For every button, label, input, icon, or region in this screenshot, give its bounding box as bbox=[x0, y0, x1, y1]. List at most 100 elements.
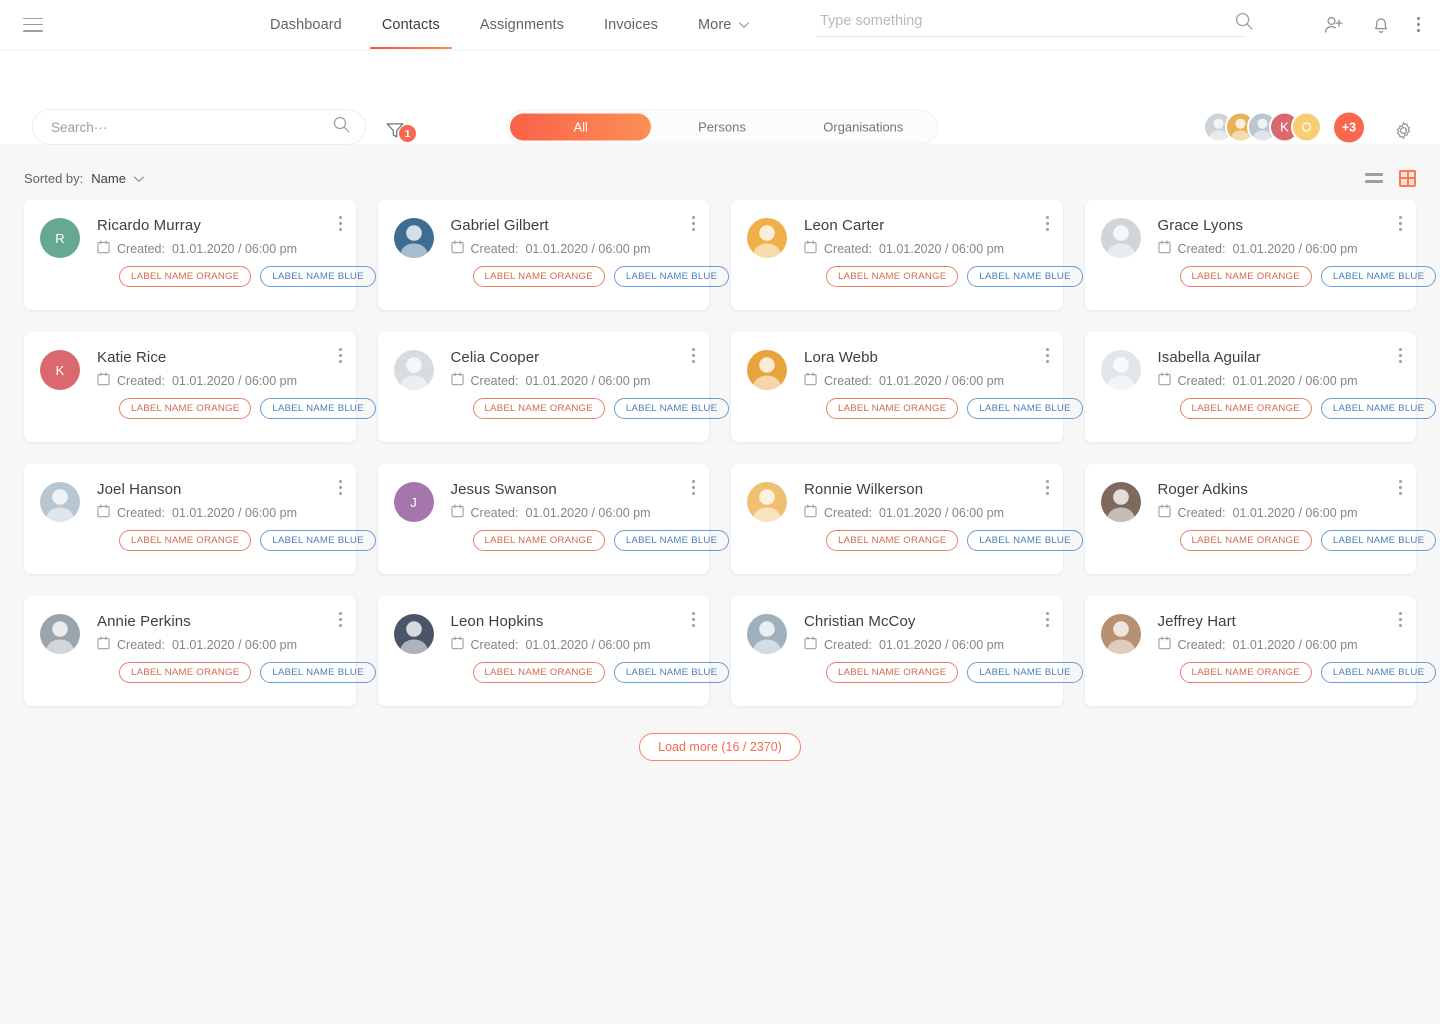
nav-item-dashboard[interactable]: Dashboard bbox=[250, 0, 362, 49]
contact-card-menu-icon[interactable] bbox=[338, 480, 342, 495]
contact-name: Annie Perkins bbox=[97, 613, 191, 630]
calendar-icon bbox=[804, 504, 817, 521]
sort-control[interactable]: Sorted by: Name bbox=[24, 171, 144, 186]
contact-info: Jeffrey Hart Created: 01.01.2020 / 06:00 p… bbox=[1158, 612, 1358, 653]
nav-item-contacts[interactable]: Contacts bbox=[362, 0, 460, 49]
label-blue[interactable]: LABEL NAME BLUE bbox=[613, 530, 730, 551]
label-orange[interactable]: LABEL NAME ORANGE bbox=[472, 530, 605, 551]
label-orange[interactable]: LABEL NAME ORANGE bbox=[1179, 662, 1312, 683]
contact-card[interactable]: Christian McCoy Created: 01.01.2020 / 06:0… bbox=[731, 596, 1083, 706]
contact-card-menu-icon[interactable] bbox=[1045, 612, 1049, 627]
segment-organisations[interactable]: Organisations bbox=[793, 114, 934, 141]
segment-persons[interactable]: Persons bbox=[651, 114, 792, 141]
label-blue[interactable]: LABEL NAME BLUE bbox=[613, 398, 730, 419]
label-blue[interactable]: LABEL NAME BLUE bbox=[260, 662, 376, 683]
created-label: Created: bbox=[1177, 637, 1226, 652]
label-blue[interactable]: LABEL NAME BLUE bbox=[967, 662, 1083, 683]
gear-icon[interactable] bbox=[1393, 120, 1414, 146]
label-orange[interactable]: LABEL NAME ORANGE bbox=[826, 662, 959, 683]
contact-card[interactable]: Isabella Aguilar Created: 01.01.2020 / 06:… bbox=[1084, 332, 1437, 442]
contact-card[interactable]: Roger Adkins Created: 01.01.2020 / 06:00 p… bbox=[1084, 464, 1437, 574]
search-icon[interactable] bbox=[1234, 11, 1254, 36]
contact-avatar-photo bbox=[1100, 482, 1141, 522]
search-icon[interactable] bbox=[332, 115, 351, 139]
contact-card-menu-icon[interactable] bbox=[1045, 348, 1049, 363]
contact-card-menu-icon[interactable] bbox=[338, 348, 342, 363]
nav-item-invoices[interactable]: Invoices bbox=[584, 0, 678, 49]
label-blue[interactable]: LABEL NAME BLUE bbox=[967, 530, 1083, 551]
contact-card-menu-icon[interactable] bbox=[1045, 216, 1049, 231]
contact-card-menu-icon[interactable] bbox=[692, 348, 695, 363]
contact-labels: LABEL NAME ORANGE LABEL NAME BLUE bbox=[1179, 266, 1437, 287]
list-view-icon[interactable] bbox=[1365, 173, 1383, 183]
kebab-menu-icon[interactable] bbox=[1417, 17, 1420, 32]
contact-created: Created: 01.01.2020 / 06:00 pm bbox=[804, 240, 1004, 257]
contact-card[interactable]: Gabriel Gilbert Created: 01.01.2020 / 06:0… bbox=[377, 200, 730, 310]
label-orange[interactable]: LABEL NAME ORANGE bbox=[119, 266, 252, 287]
label-orange[interactable]: LABEL NAME ORANGE bbox=[119, 662, 252, 683]
contact-card[interactable]: Annie Perkins Created: 01.01.2020 / 06:00 … bbox=[24, 596, 376, 706]
contact-card[interactable]: J Jesus Swanson Created: 01.01.2020 / 06:00… bbox=[377, 464, 730, 574]
label-orange[interactable]: LABEL NAME ORANGE bbox=[119, 530, 252, 551]
contact-card-menu-icon[interactable] bbox=[692, 480, 695, 495]
label-blue[interactable]: LABEL NAME BLUE bbox=[260, 398, 376, 419]
contact-card[interactable]: R Ricardo Murray Created: 01.01.2020 / 06:0… bbox=[24, 200, 376, 310]
created-label: Created: bbox=[117, 373, 165, 388]
label-blue[interactable]: LABEL NAME BLUE bbox=[967, 398, 1083, 419]
contact-card-menu-icon[interactable] bbox=[1399, 612, 1402, 627]
contact-card-menu-icon[interactable] bbox=[1399, 480, 1402, 495]
contact-card-menu-icon[interactable] bbox=[1399, 216, 1402, 231]
label-blue[interactable]: LABEL NAME BLUE bbox=[260, 530, 376, 551]
contact-card[interactable]: Joel Hanson Created: 01.01.2020 / 06:00 pm… bbox=[24, 464, 376, 574]
label-blue[interactable]: LABEL NAME BLUE bbox=[1320, 266, 1437, 287]
contact-card[interactable]: Leon Hopkins Created: 01.01.2020 / 06:00 p… bbox=[377, 596, 730, 706]
contact-card[interactable]: Lora Webb Created: 01.01.2020 / 06:00 pm LA… bbox=[731, 332, 1083, 442]
contact-card[interactable]: Leon Carter Created: 01.01.2020 / 06:00 pm… bbox=[731, 200, 1083, 310]
contact-card[interactable]: Celia Cooper Created: 01.01.2020 / 06:00 p… bbox=[377, 332, 730, 442]
label-blue[interactable]: LABEL NAME BLUE bbox=[1320, 530, 1437, 551]
label-orange[interactable]: LABEL NAME ORANGE bbox=[826, 398, 959, 419]
label-blue[interactable]: LABEL NAME BLUE bbox=[613, 662, 730, 683]
label-orange[interactable]: LABEL NAME ORANGE bbox=[1179, 530, 1312, 551]
contact-card-menu-icon[interactable] bbox=[1045, 480, 1049, 495]
label-blue[interactable]: LABEL NAME BLUE bbox=[613, 266, 730, 287]
add-user-icon[interactable] bbox=[1323, 14, 1345, 36]
created-label: Created: bbox=[117, 241, 165, 256]
global-search-input[interactable] bbox=[816, 10, 1246, 37]
member-overflow-badge[interactable]: +3 bbox=[1334, 112, 1364, 142]
contact-card-menu-icon[interactable] bbox=[338, 612, 342, 627]
contact-card-menu-icon[interactable] bbox=[692, 612, 695, 627]
label-blue[interactable]: LABEL NAME BLUE bbox=[967, 266, 1083, 287]
label-orange[interactable]: LABEL NAME ORANGE bbox=[826, 266, 959, 287]
load-more-button[interactable]: Load more (16 / 2370) bbox=[639, 733, 801, 761]
nav-item-assignments[interactable]: Assignments bbox=[460, 0, 584, 49]
contact-card[interactable]: Grace Lyons Created: 01.01.2020 / 06:00 pm… bbox=[1084, 200, 1437, 310]
contact-card-menu-icon[interactable] bbox=[692, 216, 695, 231]
label-orange[interactable]: LABEL NAME ORANGE bbox=[1179, 266, 1312, 287]
label-orange[interactable]: LABEL NAME ORANGE bbox=[1179, 398, 1312, 419]
bell-icon[interactable] bbox=[1371, 14, 1391, 35]
hamburger-icon[interactable] bbox=[23, 17, 43, 32]
label-orange[interactable]: LABEL NAME ORANGE bbox=[472, 662, 605, 683]
label-orange[interactable]: LABEL NAME ORANGE bbox=[472, 266, 605, 287]
label-orange[interactable]: LABEL NAME ORANGE bbox=[826, 530, 959, 551]
contact-card[interactable]: Jeffrey Hart Created: 01.01.2020 / 06:00 p… bbox=[1084, 596, 1437, 706]
main-navigation: Dashboard Contacts Assignments Invoices More bbox=[250, 0, 766, 49]
contact-card[interactable]: Ronnie Wilkerson Created: 01.01.2020 / 06:… bbox=[731, 464, 1083, 574]
contact-card-menu-icon[interactable] bbox=[1399, 348, 1402, 363]
segment-all[interactable]: All bbox=[510, 113, 652, 141]
contact-card-menu-icon[interactable] bbox=[338, 216, 342, 231]
contact-created: Created: 01.01.2020 / 06:00 pm bbox=[97, 504, 297, 521]
label-blue[interactable]: LABEL NAME BLUE bbox=[1320, 662, 1437, 683]
member-avatar-o[interactable]: O bbox=[1291, 111, 1322, 143]
chevron-down-icon[interactable] bbox=[739, 18, 750, 29]
label-orange[interactable]: LABEL NAME ORANGE bbox=[472, 398, 605, 419]
search-input[interactable] bbox=[51, 119, 332, 135]
label-blue[interactable]: LABEL NAME BLUE bbox=[260, 266, 376, 287]
label-orange[interactable]: LABEL NAME ORANGE bbox=[119, 398, 252, 419]
contact-card[interactable]: K Katie Rice Created: 01.01.2020 / 06:00 pm… bbox=[24, 332, 376, 442]
label-blue[interactable]: LABEL NAME BLUE bbox=[1320, 398, 1437, 419]
grid-view-icon[interactable] bbox=[1399, 169, 1416, 187]
chevron-down-icon[interactable] bbox=[133, 171, 144, 182]
nav-item-more[interactable]: More bbox=[678, 0, 766, 49]
